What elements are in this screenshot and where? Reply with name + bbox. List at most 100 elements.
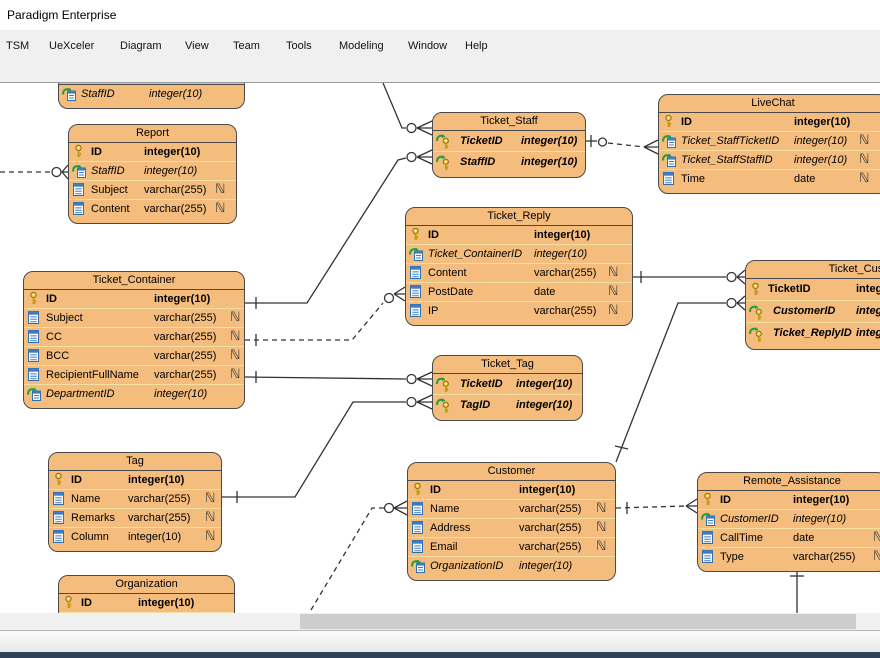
column-icon xyxy=(27,330,44,345)
column-row[interactable]: Emailvarchar(255)ℕ xyxy=(408,537,615,556)
menu-item-tsm[interactable]: TSM xyxy=(2,37,33,55)
column-row[interactable]: OrganizationIDinteger(10) xyxy=(408,556,615,575)
column-type: varchar(255) xyxy=(793,548,855,566)
nullable-badge: ℕ xyxy=(230,309,240,327)
column-row[interactable]: DepartmentIDinteger(10) xyxy=(24,384,244,403)
column-row[interactable]: Ticket_StaffTicketIDinteger(10)ℕ xyxy=(659,131,880,150)
column-row[interactable]: RecipientFullNamevarchar(255)ℕ xyxy=(24,365,244,384)
column-row[interactable]: IDinteger(10) xyxy=(24,290,244,308)
column-name: TicketID xyxy=(460,131,503,151)
entity-ticket-container[interactable]: Ticket_ContainerIDinteger(10)Subjectvarc… xyxy=(23,271,245,409)
nullable-badge: ℕ xyxy=(230,347,240,365)
entity-staff-fragment[interactable]: StaffIDinteger(10) xyxy=(58,83,245,109)
column-name: Ticket_StaffTicketID xyxy=(681,132,779,150)
entity-organization[interactable]: OrganizationIDinteger(10)ℕ xyxy=(58,575,235,613)
entity-customer[interactable]: CustomerIDinteger(10)Namevarchar(255)ℕAd… xyxy=(407,462,616,581)
column-row[interactable]: Namevarchar(255)ℕ xyxy=(49,489,221,508)
column-icon xyxy=(701,550,718,565)
column-type: varchar(255) xyxy=(519,519,581,537)
primary-foreign-key-icon xyxy=(749,304,766,319)
foreign-key-icon xyxy=(701,512,718,527)
column-type: varchar(255) xyxy=(154,347,216,365)
column-icon xyxy=(27,368,44,383)
column-row[interactable]: IDinteger(10) xyxy=(698,491,880,509)
entity-ticket-reply[interactable]: Ticket_ReplyIDinteger(10)Ticket_Containe… xyxy=(405,207,633,326)
column-row[interactable]: Timedateℕ xyxy=(659,169,880,188)
column-type: integer(10) xyxy=(154,290,210,308)
nullable-badge: ℕ xyxy=(230,366,240,384)
column-type: varchar(255) xyxy=(534,302,596,320)
column-row[interactable]: TicketIDinteger(10) xyxy=(746,279,880,300)
entity-ticket-staff[interactable]: Ticket_StaffTicketIDinteger(10)StaffIDin… xyxy=(432,112,586,178)
primary-foreign-key-icon xyxy=(749,326,766,341)
column-row[interactable]: StaffIDinteger(10) xyxy=(59,85,244,103)
column-row[interactable]: CustomerIDinteger(10) xyxy=(746,300,880,322)
column-row[interactable]: IPvarchar(255)ℕ xyxy=(406,301,632,320)
diagram-canvas[interactable]: StaffIDinteger(10)ReportIDinteger(10)Sta… xyxy=(0,83,880,613)
column-row[interactable]: CCvarchar(255)ℕ xyxy=(24,327,244,346)
column-icon xyxy=(701,531,718,546)
entity-remote-assistance[interactable]: Remote_AssistanceIDinteger(10)CustomerID… xyxy=(697,472,880,572)
column-name: Time xyxy=(681,170,705,188)
column-row[interactable]: StaffIDinteger(10) xyxy=(433,151,585,172)
menu-item-uexceler[interactable]: UeXceler xyxy=(45,37,98,55)
menu-item-window[interactable]: Window xyxy=(404,37,451,55)
primary-key-icon xyxy=(411,483,428,498)
menu-item-diagram[interactable]: Diagram xyxy=(116,37,166,55)
primary-key-icon xyxy=(749,282,766,297)
column-row[interactable]: Subjectvarchar(255)ℕ xyxy=(24,308,244,327)
entity-ticket-tag[interactable]: Ticket_TagTicketIDinteger(10)TagIDintege… xyxy=(432,355,583,421)
column-row[interactable]: IDinteger(10) xyxy=(408,481,615,499)
column-row[interactable]: IDinteger(10) xyxy=(59,594,234,612)
column-row[interactable]: IDinteger(10) xyxy=(69,143,236,161)
menu-item-view[interactable]: View xyxy=(181,37,213,55)
column-row[interactable]: Namevarchar(255)ℕ xyxy=(408,499,615,518)
horizontal-scrollbar-thumb[interactable] xyxy=(300,614,856,629)
menu-item-team[interactable]: Team xyxy=(229,37,264,55)
menu-item-tools[interactable]: Tools xyxy=(282,37,316,55)
entity-title: Remote_Assistance xyxy=(698,473,880,491)
menu-item-help[interactable]: Help xyxy=(461,37,492,55)
column-row[interactable]: TicketIDinteger(10) xyxy=(433,374,582,394)
column-row[interactable]: Subjectvarchar(255)ℕ xyxy=(69,180,236,199)
entity-tag[interactable]: TagIDinteger(10)Namevarchar(255)ℕRemarks… xyxy=(48,452,222,552)
column-row[interactable]: IDinteger(10) xyxy=(49,471,221,489)
column-name: ID xyxy=(681,113,692,131)
column-row[interactable]: BCCvarchar(255)ℕ xyxy=(24,346,244,365)
column-name: Ticket_StaffStaffID xyxy=(681,151,773,169)
column-name: Content xyxy=(91,200,130,218)
column-row[interactable]: CallTimedateℕ xyxy=(698,528,880,547)
column-type: integer(10) xyxy=(856,279,880,300)
foreign-key-icon xyxy=(409,247,426,262)
nullable-badge: ℕ xyxy=(205,509,215,527)
column-icon xyxy=(52,511,69,526)
column-row[interactable]: Remarksvarchar(255)ℕ xyxy=(49,508,221,527)
column-row[interactable]: TicketIDinteger(10) xyxy=(433,131,585,151)
column-row[interactable]: Contentvarchar(255)ℕ xyxy=(406,263,632,282)
entity-livechat[interactable]: LiveChatIDinteger(10)Ticket_StaffTicketI… xyxy=(658,94,880,194)
column-type: integer(10) xyxy=(149,85,202,103)
column-row[interactable]: PostDatedateℕ xyxy=(406,282,632,301)
entity-report[interactable]: ReportIDinteger(10)StaffIDinteger(10)Sub… xyxy=(68,124,237,224)
column-row[interactable]: Ticket_StaffStaffIDinteger(10)ℕ xyxy=(659,150,880,169)
column-name: IP xyxy=(428,302,438,320)
column-name: Email xyxy=(430,538,458,556)
column-row[interactable]: CustomerIDinteger(10) xyxy=(698,509,880,528)
column-type: integer(10) xyxy=(144,162,197,180)
menu-item-modeling[interactable]: Modeling xyxy=(335,37,388,55)
column-row[interactable]: Ticket_ReplyIDinteger(10) xyxy=(746,322,880,344)
horizontal-scrollbar[interactable] xyxy=(0,613,880,630)
column-row[interactable]: Ticket_ContainerIDinteger(10) xyxy=(406,244,632,263)
column-row[interactable]: IDinteger(10) xyxy=(659,113,880,131)
column-row[interactable]: TagIDinteger(10) xyxy=(433,394,582,415)
column-icon xyxy=(409,285,426,300)
column-row[interactable]: Typevarchar(255)ℕ xyxy=(698,547,880,566)
column-row[interactable]: Columninteger(10)ℕ xyxy=(49,527,221,546)
column-type: integer(10) xyxy=(519,481,575,499)
column-row[interactable]: IDinteger(10) xyxy=(406,226,632,244)
column-row[interactable]: StaffIDinteger(10) xyxy=(69,161,236,180)
column-row[interactable]: Addressvarchar(255)ℕ xyxy=(408,518,615,537)
entity-ticket-customer[interactable]: Ticket_CustomerTicketIDinteger(10)Custom… xyxy=(745,260,880,350)
column-row[interactable]: Contentvarchar(255)ℕ xyxy=(69,199,236,218)
column-name: Name xyxy=(430,500,459,518)
